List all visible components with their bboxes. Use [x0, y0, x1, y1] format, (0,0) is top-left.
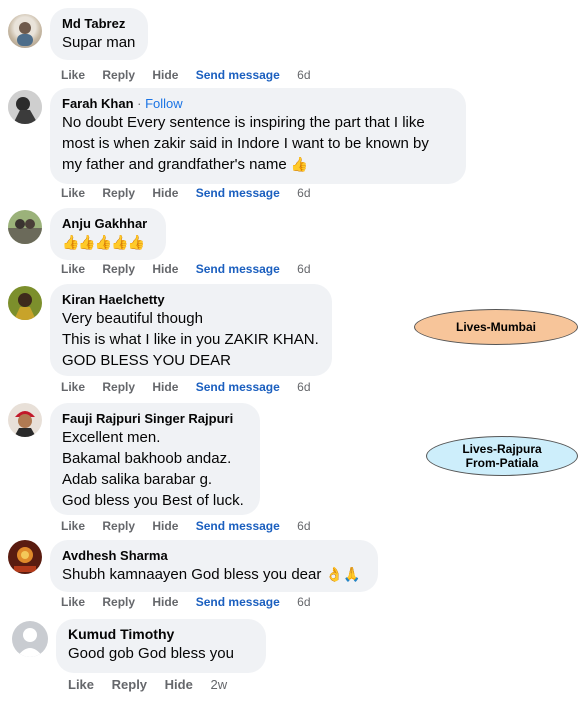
comment-bubble: Fauji Rajpuri Singer Rajpuri Excellent m… — [50, 403, 260, 515]
avatar[interactable] — [12, 621, 48, 657]
hide-button[interactable]: Hide — [152, 186, 178, 200]
comment-actions: Like Reply Hide 2w — [68, 677, 241, 693]
timestamp[interactable]: 6d — [297, 186, 310, 200]
hide-button[interactable]: Hide — [152, 380, 178, 394]
avatar[interactable] — [8, 14, 42, 48]
send-message-button[interactable]: Send message — [196, 186, 280, 200]
comment-text-line: Adab salika barabar g. — [62, 471, 213, 488]
reply-button[interactable]: Reply — [102, 595, 135, 609]
reply-button[interactable]: Reply — [102, 262, 135, 276]
timestamp[interactable]: 6d — [297, 519, 310, 533]
comment-text-line: Very beautiful though — [62, 310, 203, 327]
author-name[interactable]: Md Tabrez — [62, 15, 136, 32]
comment-text-line: Bakamal bakhoob andaz. — [62, 450, 232, 467]
comment-text: Shubh kamnaayen God bless you dear — [62, 566, 322, 583]
send-message-button[interactable]: Send message — [196, 68, 280, 82]
avatar[interactable] — [8, 540, 42, 574]
like-button[interactable]: Like — [61, 262, 85, 276]
avatar[interactable] — [8, 403, 42, 437]
comment-bubble: Farah Khan · Follow No doubt Every sente… — [50, 88, 466, 184]
annotation-text-line: From-Patiala — [465, 456, 539, 470]
timestamp[interactable]: 6d — [297, 262, 310, 276]
like-button[interactable]: Like — [61, 68, 85, 82]
send-message-button[interactable]: Send message — [196, 519, 280, 533]
timestamp[interactable]: 6d — [297, 595, 310, 609]
reply-button[interactable]: Reply — [112, 677, 147, 692]
author-name[interactable]: Anju Gakhhar — [62, 215, 154, 232]
reply-button[interactable]: Reply — [102, 380, 135, 394]
author-name[interactable]: Fauji Rajpuri Singer Rajpuri — [62, 410, 248, 427]
author-name[interactable]: Farah Khan — [62, 96, 134, 111]
annotation-lives-rajpura: Lives-Rajpura From-Patiala — [426, 436, 578, 476]
avatar-image-icon — [8, 90, 42, 124]
send-message-button[interactable]: Send message — [196, 262, 280, 276]
comment-actions: Like Reply Hide Send message 6d — [61, 261, 325, 277]
separator-dot: · — [137, 96, 142, 111]
comment-bubble: Md Tabrez Supar man — [50, 8, 148, 60]
comment-text-line: my father and grandfather's name 👍 — [62, 154, 454, 175]
comment-bubble: Avdhesh Sharma Shubh kamnaayen God bless… — [50, 540, 378, 592]
comment-text: Good gob God bless you — [68, 645, 234, 662]
like-button[interactable]: Like — [61, 380, 85, 394]
hide-button[interactable]: Hide — [152, 68, 178, 82]
like-button[interactable]: Like — [61, 519, 85, 533]
comment-bubble: Anju Gakhhar 👍👍👍👍👍 — [50, 208, 166, 260]
comment-bubble: Kiran Haelchetty Very beautiful though T… — [50, 284, 332, 376]
comment-bubble: Kumud Timothy Good gob God bless you — [56, 619, 266, 673]
like-button[interactable]: Like — [61, 595, 85, 609]
comment-text-line: This is what I like in you ZAKIR KHAN. — [62, 331, 319, 348]
annotation-text: Lives-Mumbai — [455, 320, 536, 334]
send-message-button[interactable]: Send message — [196, 595, 280, 609]
comment-text-line: No doubt Every sentence is inspiring the… — [62, 114, 425, 131]
avatar-image-icon — [17, 22, 33, 46]
comment-text-line: most is when zakir said in Indore I want… — [62, 135, 429, 152]
timestamp[interactable]: 6d — [297, 68, 310, 82]
comment-text: my father and grandfather's name — [62, 156, 287, 173]
author-line: Farah Khan · Follow — [62, 95, 454, 112]
comment-actions: Like Reply Hide Send message 6d — [61, 379, 325, 395]
comment-actions: Like Reply Hide Send message 6d — [61, 518, 325, 534]
reply-button[interactable]: Reply — [102, 186, 135, 200]
comment-text-line: God bless you Best of luck. — [62, 492, 244, 509]
annotation-lives-mumbai: Lives-Mumbai — [414, 309, 578, 345]
avatar[interactable] — [8, 210, 42, 244]
like-button[interactable]: Like — [68, 677, 94, 692]
hide-button[interactable]: Hide — [152, 519, 178, 533]
reply-button[interactable]: Reply — [102, 68, 135, 82]
avatar-image-icon — [8, 286, 42, 320]
author-name[interactable]: Kumud Timothy — [68, 626, 254, 643]
follow-link[interactable]: Follow — [145, 96, 183, 111]
annotation-text-line: Lives-Rajpura — [462, 442, 542, 456]
comment-actions: Like Reply Hide Send message 6d — [61, 67, 325, 83]
ok-hand-pray-emoji: 👌🙏 — [325, 566, 361, 582]
comment-actions: Like Reply Hide Send message 6d — [61, 185, 325, 201]
like-button[interactable]: Like — [61, 186, 85, 200]
comment-text: Supar man — [62, 34, 136, 51]
comment-text-line: Shubh kamnaayen God bless you dear 👌🙏 — [62, 564, 366, 585]
thumbs-up-icon: 👍 — [290, 156, 309, 172]
person-silhouette-icon — [17, 628, 43, 657]
avatar[interactable] — [8, 286, 42, 320]
comment-emoji: 👍👍👍👍👍 — [62, 234, 145, 250]
avatar-image-icon — [8, 403, 42, 437]
timestamp[interactable]: 2w — [210, 677, 227, 692]
timestamp[interactable]: 6d — [297, 380, 310, 394]
avatar-image-icon — [8, 210, 42, 244]
hide-button[interactable]: Hide — [152, 262, 178, 276]
reply-button[interactable]: Reply — [102, 519, 135, 533]
hide-button[interactable]: Hide — [165, 677, 193, 692]
avatar-image-icon — [8, 540, 42, 574]
send-message-button[interactable]: Send message — [196, 380, 280, 394]
author-name[interactable]: Kiran Haelchetty — [62, 291, 320, 308]
hide-button[interactable]: Hide — [152, 595, 178, 609]
comment-text-line: Excellent men. — [62, 429, 161, 446]
author-name[interactable]: Avdhesh Sharma — [62, 547, 366, 564]
comment-text-line: GOD BLESS YOU DEAR — [62, 352, 231, 369]
comment-actions: Like Reply Hide Send message 6d — [61, 594, 325, 610]
avatar[interactable] — [8, 90, 42, 124]
